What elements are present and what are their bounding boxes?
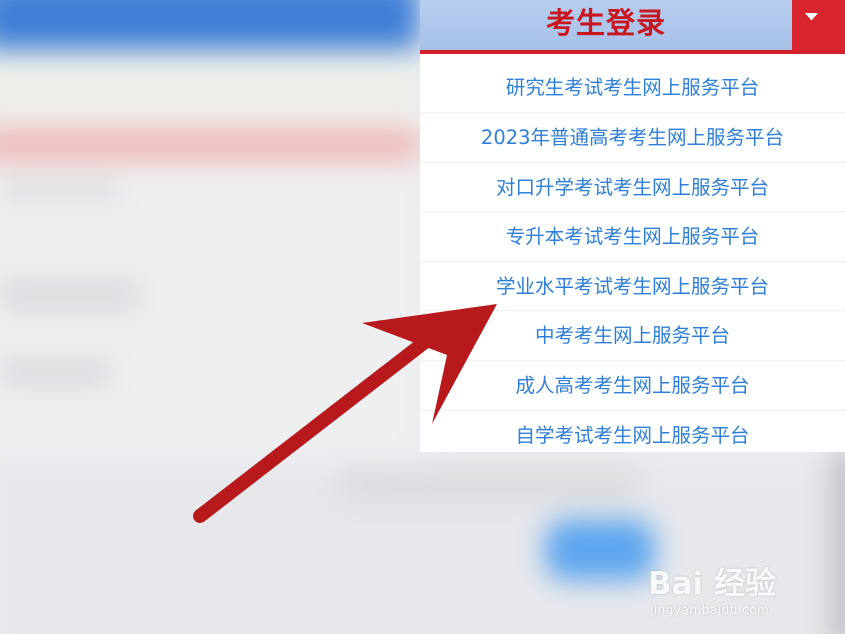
link-graduate-exam-platform[interactable]: 研究生考试考生网上服务平台 xyxy=(420,64,845,113)
dropdown-title[interactable]: 考生登录 xyxy=(420,0,792,50)
link-zhongkao-platform[interactable]: 中考考生网上服务平台 xyxy=(420,311,845,361)
dropdown-header[interactable]: 考生登录 xyxy=(420,0,845,54)
candidate-login-dropdown: 考生登录 研究生考试考生网上服务平台 2023年普通高考考生网上服务平台 对口升… xyxy=(420,0,845,452)
caret-down-icon xyxy=(805,13,818,21)
link-gaokao-2023-platform[interactable]: 2023年普通高考考生网上服务平台 xyxy=(420,113,845,163)
link-adult-gaokao-platform[interactable]: 成人高考考生网上服务平台 xyxy=(420,361,845,411)
dropdown-toggle-button[interactable] xyxy=(792,0,845,50)
link-self-study-exam-platform[interactable]: 自学考试考生网上服务平台 xyxy=(420,411,845,461)
link-upgrade-bachelor-platform[interactable]: 专升本考试考生网上服务平台 xyxy=(420,212,845,262)
platform-link-list: 研究生考试考生网上服务平台 2023年普通高考考生网上服务平台 对口升学考试考生… xyxy=(420,64,845,460)
link-academic-proficiency-platform[interactable]: 学业水平考试考生网上服务平台 xyxy=(420,262,845,312)
link-vocational-entrance-platform[interactable]: 对口升学考试考生网上服务平台 xyxy=(420,163,845,213)
